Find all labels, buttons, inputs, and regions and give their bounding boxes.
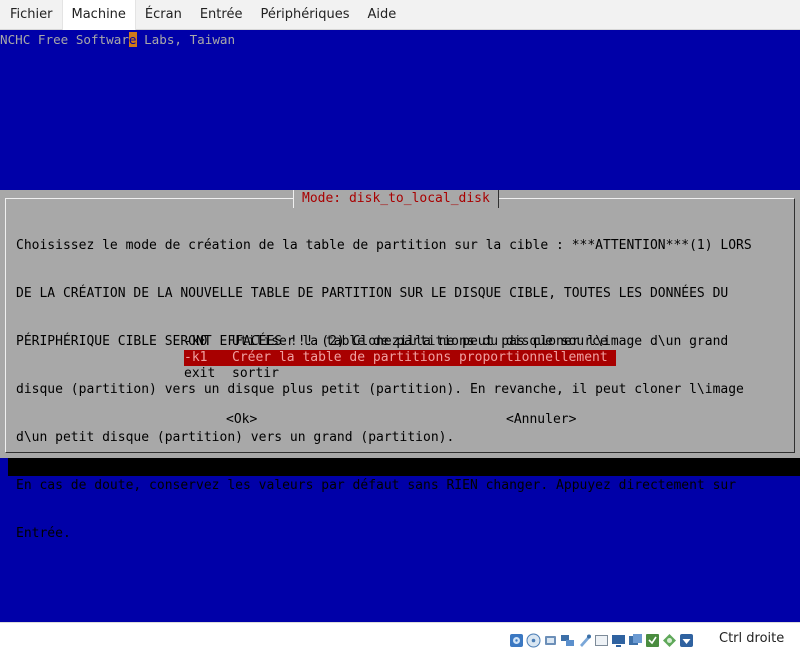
usb-icon[interactable] xyxy=(577,633,592,648)
network-icon[interactable] xyxy=(560,633,575,648)
vm-status-bar: Ctrl droite xyxy=(0,622,800,653)
display-icon[interactable] xyxy=(611,633,626,648)
text-cursor: e xyxy=(128,32,137,47)
shared-folder-icon[interactable] xyxy=(594,633,609,648)
menu-peripheriques[interactable]: Périphériques xyxy=(251,0,358,30)
ok-button[interactable]: <Ok> xyxy=(226,412,257,428)
message-line: En cas de doute, conservez les valeurs p… xyxy=(16,478,737,493)
menu-ecran[interactable]: Écran xyxy=(136,0,191,30)
vm-console-screen[interactable]: NCHC Free Software Labs, Taiwan Mode: di… xyxy=(0,30,800,622)
message-line: DE LA CRÉATION DE LA NOUVELLE TABLE DE P… xyxy=(16,286,729,301)
menu-fichier[interactable]: Fichier xyxy=(0,0,62,30)
status-icons xyxy=(509,632,694,648)
message-line: Entrée. xyxy=(16,526,71,541)
dialog-message: Choisissez le mode de création de la tab… xyxy=(16,206,786,574)
partition-mode-dialog: Mode: disk_to_local_disk Choisissez le m… xyxy=(0,190,800,541)
option-k1[interactable]: -k1 Créer la table de partitions proport… xyxy=(184,350,616,366)
dialog-shadow xyxy=(8,458,800,476)
option-exit[interactable]: exit sortir xyxy=(184,366,616,382)
option-key: -k0 xyxy=(184,334,208,349)
option-key: exit xyxy=(184,366,216,381)
menu-bar: Fichier Machine Écran Entrée Périphériqu… xyxy=(0,0,800,30)
option-menu: -k0 Utiliser la table de partitions du d… xyxy=(184,334,616,382)
option-k0[interactable]: -k0 Utiliser la table de partitions du d… xyxy=(184,334,616,350)
menu-machine[interactable]: Machine xyxy=(61,0,136,30)
option-label: Créer la table de partitions proportionn… xyxy=(232,350,608,365)
hard-disk-icon[interactable] xyxy=(509,633,524,648)
host-key-label: Ctrl droite xyxy=(719,631,785,646)
message-line: disque (partition) vers un disque plus p… xyxy=(16,382,744,397)
menu-aide[interactable]: Aide xyxy=(359,0,406,30)
menu-entree[interactable]: Entrée xyxy=(191,0,252,30)
banner-text-start: NCHC Free Softwar xyxy=(0,32,129,47)
optical-disk-icon[interactable] xyxy=(526,633,541,648)
option-label: sortir xyxy=(232,366,279,381)
console-banner: NCHC Free Software Labs, Taiwan xyxy=(0,32,235,48)
video-capture-icon[interactable] xyxy=(628,633,643,648)
option-label: Utiliser la table de partitions du disqu… xyxy=(232,334,608,349)
host-key-arrow-icon[interactable] xyxy=(679,633,694,648)
audio-icon[interactable] xyxy=(543,633,558,648)
message-line: Choisissez le mode de création de la tab… xyxy=(16,238,752,253)
option-key: -k1 xyxy=(184,350,208,365)
cancel-button[interactable]: <Annuler> xyxy=(506,412,576,428)
banner-text-end: Labs, Taiwan xyxy=(136,32,236,47)
cpu-icon[interactable] xyxy=(645,633,660,648)
message-line: d\un petit disque (partition) vers un gr… xyxy=(16,430,455,445)
mouse-integration-icon[interactable] xyxy=(662,633,677,648)
